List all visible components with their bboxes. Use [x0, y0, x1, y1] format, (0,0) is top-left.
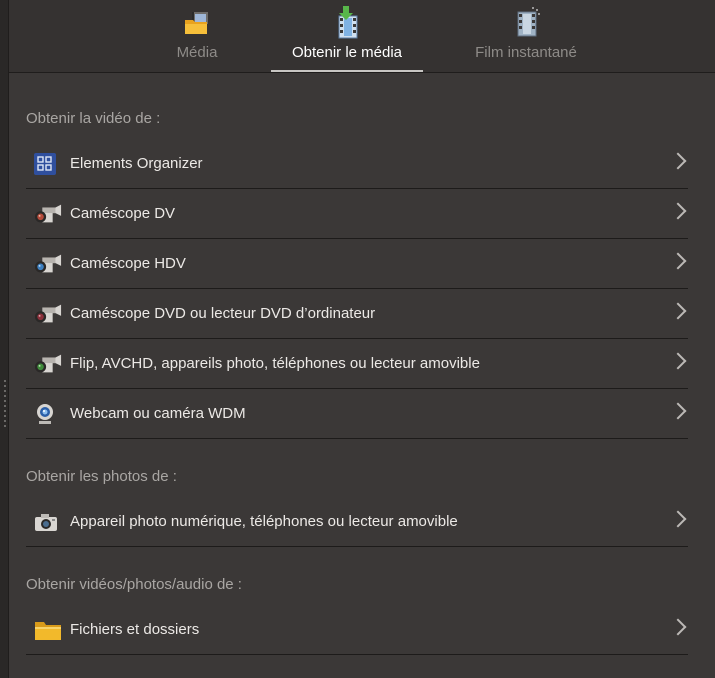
- instant-movie-icon: [517, 7, 540, 37]
- source-label: Caméscope DV: [70, 205, 176, 222]
- source-label: Webcam ou caméra WDM: [70, 405, 246, 422]
- camcorder-icon: [34, 354, 62, 372]
- source-label: Fichiers et dossiers: [70, 621, 200, 638]
- tab-get-media-label: Obtenir le média: [291, 44, 403, 61]
- webcam-icon: [37, 403, 53, 424]
- chevron-right-icon: [669, 402, 687, 420]
- tab-bar: Média Obtenir le média Film instantané: [9, 0, 715, 73]
- chevron-right-icon: [669, 252, 687, 270]
- source-files-folders[interactable]: Fichiers et dossiers: [26, 605, 688, 655]
- chevron-right-icon: [669, 510, 687, 528]
- tab-media-label: Média: [176, 44, 218, 61]
- tab-get-media[interactable]: Obtenir le média: [271, 6, 423, 72]
- section-title-photos: Obtenir les photos de :: [26, 468, 177, 485]
- resize-grip[interactable]: [4, 380, 6, 430]
- source-webcam[interactable]: Webcam ou caméra WDM: [26, 389, 688, 439]
- source-label: Caméscope HDV: [70, 255, 186, 272]
- source-digital-camera[interactable]: Appareil photo numérique, téléphones ou …: [26, 497, 688, 547]
- section-title-files: Obtenir vidéos/photos/audio de :: [26, 576, 242, 593]
- chevron-right-icon: [669, 618, 687, 636]
- tab-media[interactable]: Média: [154, 6, 240, 70]
- chevron-right-icon: [669, 152, 687, 170]
- camcorder-icon: [34, 304, 62, 322]
- left-panel-edge: [0, 0, 9, 678]
- chevron-right-icon: [669, 202, 687, 220]
- source-label: Elements Organizer: [70, 155, 203, 172]
- source-flip-avchd[interactable]: Flip, AVCHD, appareils photo, téléphones…: [26, 339, 688, 389]
- folder-icon: [35, 621, 61, 640]
- organizer-icon: [34, 152, 56, 175]
- camera-icon: [35, 513, 57, 531]
- source-dv-camcorder[interactable]: Caméscope DV: [26, 189, 688, 239]
- chevron-right-icon: [669, 352, 687, 370]
- get-media-panel: Obtenir la vidéo de : Elements Organizer: [26, 72, 714, 655]
- source-label: Flip, AVCHD, appareils photo, téléphones…: [70, 355, 480, 372]
- camcorder-icon: [34, 254, 62, 272]
- media-folder-icon: [185, 12, 208, 34]
- tab-instant-movie-label: Film instantané: [475, 44, 577, 61]
- source-label: Caméscope DVD ou lecteur DVD d’ordinateu…: [70, 305, 376, 322]
- source-dvd-camcorder[interactable]: Caméscope DVD ou lecteur DVD d’ordinateu…: [26, 289, 688, 339]
- source-label: Appareil photo numérique, téléphones ou …: [70, 513, 458, 530]
- tab-instant-movie[interactable]: Film instantané: [456, 6, 596, 70]
- source-elements-organizer[interactable]: Elements Organizer: [26, 139, 688, 189]
- get-media-icon: [338, 6, 358, 39]
- camcorder-icon: [34, 204, 62, 222]
- chevron-right-icon: [669, 302, 687, 320]
- source-hdv-camcorder[interactable]: Caméscope HDV: [26, 239, 688, 289]
- section-title-video: Obtenir la vidéo de :: [26, 110, 161, 127]
